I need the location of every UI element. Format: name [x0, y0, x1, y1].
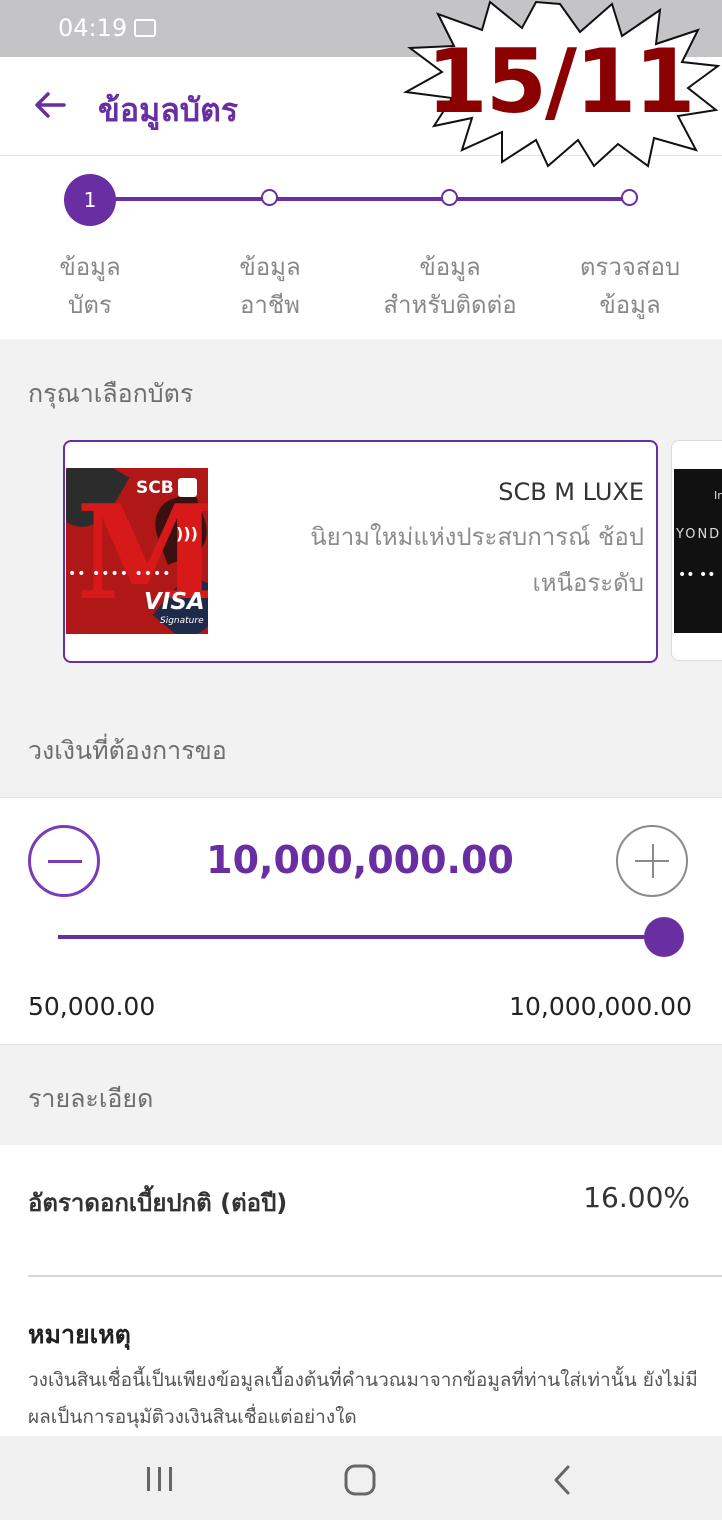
card-tier: Signature [160, 616, 204, 626]
step-label-line: ข้อมูล [599, 291, 661, 319]
recent-apps-icon[interactable] [144, 1464, 176, 1494]
note-title: หมายเหตุ [28, 1320, 131, 1349]
system-nav-bar [0, 1436, 722, 1520]
scb-logo-icon [178, 478, 197, 497]
step-label-line: สำหรับติดต่อ [383, 291, 517, 319]
interest-rate-value: 16.00% [583, 1181, 690, 1214]
home-icon[interactable] [343, 1463, 377, 1497]
card-option-scb-m-luxe[interactable]: M SCB ))) •• •••• •••• VISA Signature SC… [63, 440, 658, 663]
card-number-mask: •• •• [678, 567, 716, 583]
card-name: SCB M LUXE [498, 478, 644, 506]
divider [28, 1275, 722, 1277]
amount-max: 10,000,000.00 [509, 992, 692, 1021]
details-section-label: รายละเอียด [28, 1084, 154, 1113]
card-text: In [714, 489, 722, 502]
step-label-line: ข้อมูล [419, 253, 481, 281]
step-label-occupation: ข้อมูล อาชีพ [180, 248, 360, 324]
card-section-label: กรุณาเลือกบัตร [28, 379, 194, 408]
step-1-indicator: 1 [64, 174, 116, 226]
amount-value: 10,000,000.00 [206, 838, 514, 882]
back-arrow-icon[interactable] [30, 85, 70, 125]
visa-logo: VISA [144, 589, 205, 615]
status-time: 04:19 [58, 14, 128, 42]
stepper-line [90, 197, 628, 201]
date-stamp-text: 15/11 [426, 30, 695, 133]
card-number-mask: •• •••• •••• [68, 566, 172, 582]
decrease-amount-button[interactable] [28, 825, 100, 897]
step-label-line: บัตร [68, 291, 112, 319]
step-label-contact: ข้อมูล สำหรับติดต่อ [360, 248, 540, 324]
step-label-line: ตรวจสอบ [579, 253, 681, 281]
page-title: ข้อมูลบัตร [98, 91, 239, 129]
note-text: วงเงินสินเชื่อนี้เป็นเพียงข้อมูลเบื้องต้… [28, 1369, 698, 1428]
step-4-indicator [621, 189, 638, 206]
interest-rate-label: อัตราดอกเบี้ยปกติ (ต่อปี) [28, 1189, 288, 1217]
step-2-indicator [261, 189, 278, 206]
step-label-review: ตรวจสอบ ข้อมูล [540, 248, 720, 324]
step-label-card: ข้อมูล บัตร [0, 248, 180, 324]
card-text: YOND [676, 527, 722, 542]
card-image: In YOND •• •• [674, 469, 722, 633]
card-description: นิยามใหม่แห่งประสบการณ์ ช้อปเหนือระดับ [310, 523, 644, 597]
progress-stepper: 1 ข้อมูล บัตร ข้อมูล อาชีพ ข้อมูล สำหรับ… [0, 156, 722, 339]
amount-slider-thumb[interactable] [644, 917, 684, 957]
minus-icon [48, 860, 82, 863]
contactless-icon: ))) [176, 524, 198, 543]
increase-amount-button[interactable] [616, 825, 688, 897]
step-3-indicator [441, 189, 458, 206]
plus-icon-vertical [652, 844, 654, 878]
step-label-line: ข้อมูล [239, 253, 301, 281]
step-label-line: ข้อมูล [59, 253, 121, 281]
back-icon[interactable] [548, 1464, 578, 1496]
amount-selector: 10,000,000.00 50,000.00 10,000,000.00 [0, 797, 722, 1045]
amount-section-label: วงเงินที่ต้องการขอ [28, 736, 227, 765]
card-brand: SCB [136, 478, 174, 498]
details-panel: อัตราดอกเบี้ยปกติ (ต่อปี) 16.00% หมายเหต… [0, 1145, 722, 1445]
amount-min: 50,000.00 [28, 992, 156, 1021]
amount-slider-track[interactable] [58, 935, 664, 939]
step-label-line: อาชีพ [240, 291, 300, 319]
image-icon [134, 19, 156, 37]
date-stamp: 15/11 [398, 0, 722, 168]
card-option-next[interactable]: In YOND •• •• [671, 440, 722, 661]
card-image: M SCB ))) •• •••• •••• VISA Signature [66, 468, 208, 634]
